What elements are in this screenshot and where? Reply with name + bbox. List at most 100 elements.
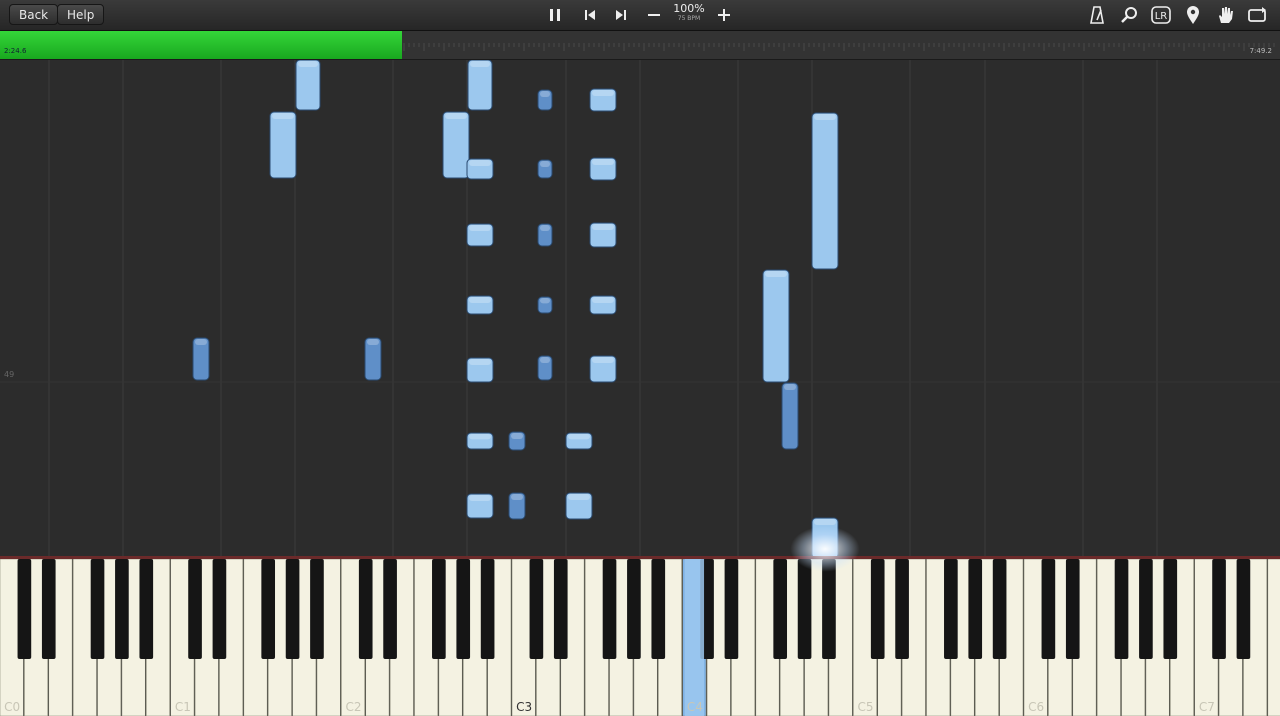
black-key	[480, 559, 495, 659]
help-button[interactable]: Help	[57, 4, 105, 25]
key-hit-glow	[790, 526, 860, 572]
marker-icon[interactable]	[1181, 3, 1205, 27]
black-key	[188, 559, 202, 659]
note-highlight	[469, 225, 491, 231]
pressed-key-note	[684, 559, 705, 716]
black-key	[383, 559, 397, 659]
piano-keys: C0 C1 C2 C3 C4 C5 C6 C7	[0, 559, 1280, 716]
falling-note	[781, 382, 799, 450]
note-field[interactable]: 49	[0, 60, 1280, 556]
black-key	[797, 559, 812, 659]
octave-label: C1	[175, 700, 191, 714]
note-highlight	[568, 494, 590, 500]
falling-note	[442, 111, 470, 179]
octave-label: C5	[858, 700, 874, 714]
falling-note	[295, 60, 321, 111]
note-highlight	[592, 159, 614, 165]
black-key	[651, 559, 666, 659]
note-highlight	[784, 384, 796, 390]
note-highlight	[511, 433, 523, 439]
black-key	[90, 559, 105, 659]
speed-display: 100% 75 BPM	[668, 3, 710, 23]
falling-note	[467, 60, 493, 111]
black-key	[553, 559, 568, 659]
black-key	[1114, 559, 1129, 659]
note-highlight	[469, 434, 491, 440]
octave-label: C7	[1199, 700, 1215, 714]
falling-note	[811, 112, 839, 270]
skip-forward-icon[interactable]	[609, 3, 633, 27]
falling-note	[762, 269, 790, 383]
speed-percent: 100%	[673, 2, 705, 15]
note-highlight	[592, 297, 614, 303]
note-highlight	[367, 339, 379, 345]
note-highlight	[470, 61, 490, 67]
falling-notes	[0, 60, 1280, 556]
minus-icon[interactable]	[642, 3, 666, 27]
black-key	[822, 559, 836, 659]
octave-label: C4	[687, 700, 703, 714]
octave-label: C2	[346, 700, 362, 714]
black-key	[724, 559, 739, 659]
black-key	[456, 559, 471, 659]
note-highlight	[469, 160, 491, 166]
note-highlight	[445, 113, 467, 119]
black-key	[1236, 559, 1251, 659]
speed-bpm: 75 BPM	[677, 15, 701, 22]
measure-number: 49	[4, 370, 15, 379]
note-highlight	[469, 495, 491, 501]
black-key	[17, 559, 32, 659]
black-key	[432, 559, 446, 659]
pause-icon[interactable]	[543, 3, 567, 27]
plus-icon[interactable]	[712, 3, 736, 27]
loop-icon[interactable]	[1245, 3, 1269, 27]
note-highlight	[469, 359, 491, 365]
black-key	[1041, 559, 1056, 659]
black-key	[358, 559, 373, 659]
note-highlight	[592, 357, 614, 363]
black-key	[261, 559, 276, 659]
note-highlight	[272, 113, 294, 119]
song-progress-bar[interactable]: 2:24.6 7:49.2	[0, 31, 1280, 60]
black-key	[1212, 559, 1226, 659]
black-key	[1065, 559, 1080, 659]
progress-ticks	[403, 43, 1275, 51]
black-key	[41, 559, 56, 659]
note-highlight	[540, 298, 550, 304]
metronome-icon[interactable]	[1085, 3, 1109, 27]
black-key	[773, 559, 788, 659]
black-key	[529, 559, 544, 659]
total-time: 7:49.2	[1249, 47, 1272, 55]
black-key	[992, 559, 1007, 659]
falling-note	[269, 111, 297, 179]
search-icon[interactable]	[1117, 3, 1141, 27]
piano-keyboard[interactable]: C0 C1 C2 C3 C4 C5 C6 C7	[0, 556, 1280, 716]
back-button[interactable]: Back	[9, 4, 59, 25]
black-key	[968, 559, 983, 659]
octave-label: C3	[516, 700, 532, 714]
note-highlight	[568, 434, 590, 440]
hand-icon[interactable]	[1213, 3, 1237, 27]
note-highlight	[592, 224, 614, 230]
white-key	[1267, 559, 1280, 716]
black-key	[310, 559, 324, 659]
black-key	[115, 559, 129, 659]
black-key	[895, 559, 909, 659]
note-highlight	[540, 91, 550, 97]
octave-label: C0	[4, 700, 20, 714]
note-highlight	[469, 297, 491, 303]
note-highlight	[298, 61, 318, 67]
black-key	[1139, 559, 1153, 659]
black-key	[627, 559, 641, 659]
black-key	[602, 559, 617, 659]
black-key	[285, 559, 300, 659]
note-highlight	[540, 357, 550, 363]
black-key	[212, 559, 227, 659]
note-highlight	[195, 339, 207, 345]
hands-icon[interactable]: LR	[1149, 3, 1173, 27]
black-key	[870, 559, 885, 659]
elapsed-time: 2:24.6	[4, 47, 27, 55]
octave-label: C6	[1028, 700, 1044, 714]
skip-back-icon[interactable]	[578, 3, 602, 27]
svg-text:LR: LR	[1155, 11, 1168, 22]
